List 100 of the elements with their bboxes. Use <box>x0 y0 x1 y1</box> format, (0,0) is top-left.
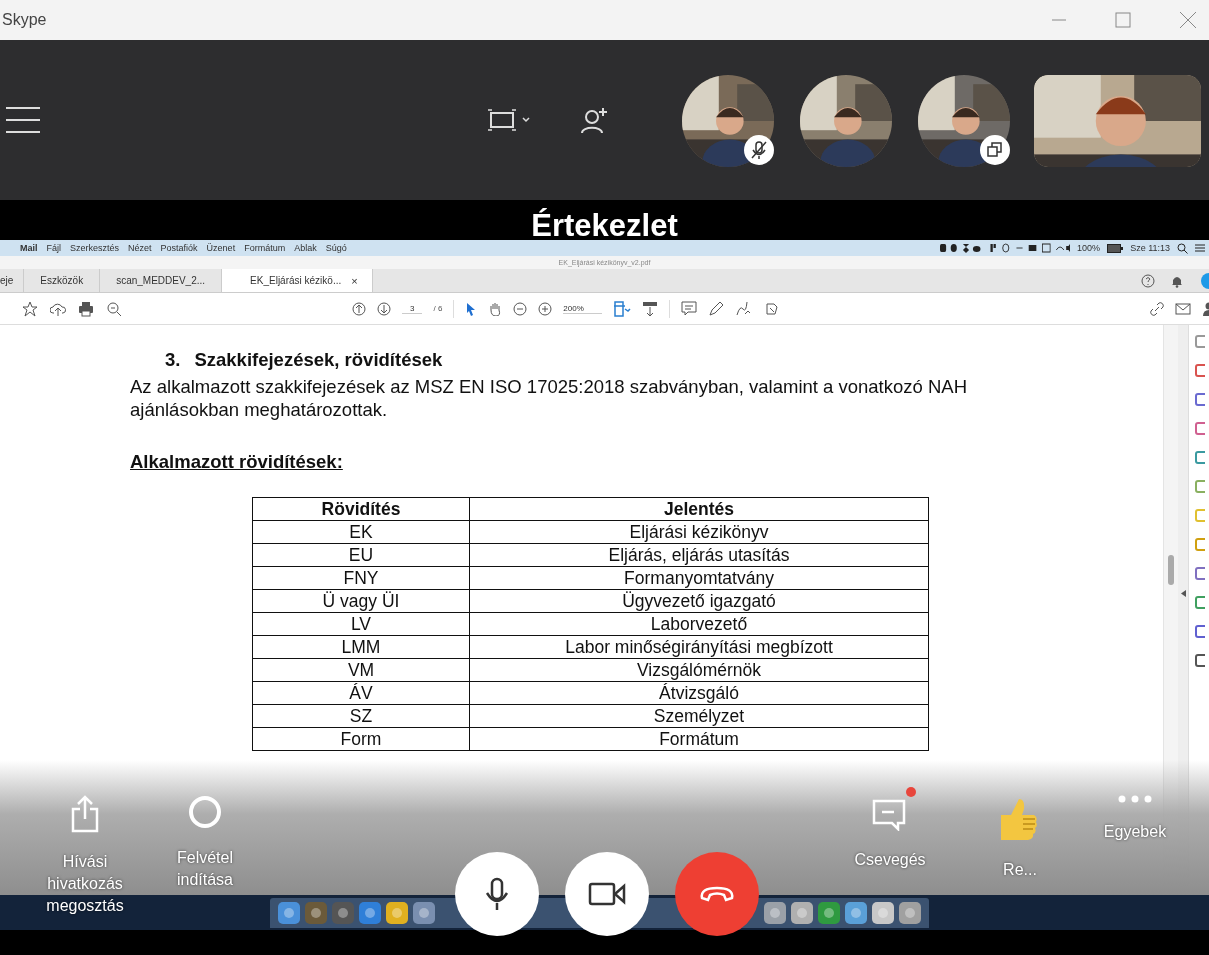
table-cell: Ü vagy ÜI <box>252 589 470 613</box>
more-icon <box>1118 795 1152 803</box>
app-icon[interactable] <box>332 901 354 924</box>
help-icon[interactable] <box>1141 273 1155 288</box>
table-cell: LV <box>252 612 470 636</box>
close-icon[interactable] <box>1179 11 1197 29</box>
app-icon[interactable] <box>305 901 327 924</box>
table-cell: FNY <box>252 566 470 590</box>
popout-icon[interactable] <box>980 135 1010 165</box>
scroll-mode-icon[interactable] <box>641 300 658 317</box>
menu-item[interactable]: Súgó <box>325 243 347 253</box>
subheading: Alkalmazott rövidítések: <box>130 451 343 473</box>
table-cell: Labor minőségirányítási megbízott <box>469 635 929 659</box>
tool-icon[interactable] <box>1195 654 1205 667</box>
table-cell: Eljárás, eljárás utasítás <box>469 543 929 567</box>
table-cell: SZ <box>252 704 470 728</box>
table-cell: ÁV <box>252 681 470 705</box>
table-cell: Vizsgálómérnök <box>469 658 929 682</box>
fit-page-icon[interactable] <box>612 300 631 317</box>
scroll-thumb[interactable] <box>1168 555 1174 585</box>
app-icon[interactable] <box>413 901 435 924</box>
add-person-icon[interactable] <box>581 106 609 134</box>
page-count: / 6 <box>433 304 443 313</box>
section-heading: Szakkifejezések, rövidítések <box>194 349 443 371</box>
record-icon <box>188 795 222 829</box>
app-icon[interactable] <box>845 901 867 924</box>
tool-icon[interactable] <box>1195 567 1205 580</box>
zoom-out-icon[interactable] <box>106 300 122 317</box>
phone-icon <box>699 886 735 902</box>
share-icon <box>70 795 100 833</box>
pen-icon[interactable] <box>707 300 724 317</box>
table-cell: EU <box>252 543 470 567</box>
app-icon[interactable] <box>818 901 840 924</box>
share-button[interactable]: Hívási hivatkozás megosztás <box>40 785 130 917</box>
table-cell: Ügyvezető igazgató <box>469 589 929 613</box>
menu-item[interactable]: Mail <box>20 243 38 253</box>
menu-item[interactable]: Fájl <box>46 243 62 253</box>
star-icon[interactable] <box>22 300 38 317</box>
heading-number: 3. <box>165 349 181 371</box>
tool-icon[interactable] <box>1195 422 1205 435</box>
app-icon[interactable] <box>359 901 381 924</box>
column-header: Rövidítés <box>252 497 470 521</box>
menu-item[interactable]: Postafiók <box>160 243 198 253</box>
clock-text: Sze 11:13 <box>1130 243 1170 253</box>
microphone-icon <box>484 877 510 911</box>
zoom-in-icon[interactable] <box>538 301 553 316</box>
page-number-field[interactable]: 3 <box>402 303 423 314</box>
app-icon[interactable] <box>791 901 813 924</box>
screen-layout-icon[interactable] <box>487 107 533 133</box>
page-up-icon[interactable] <box>352 301 366 316</box>
menu-item[interactable]: Ablak <box>294 243 317 253</box>
menu-item[interactable]: Nézet <box>128 243 152 253</box>
table-cell: VM <box>252 658 470 682</box>
table-cell: Formanyomtatvány <box>469 566 929 590</box>
table-cell: LMM <box>252 635 470 659</box>
search-icon[interactable] <box>1177 242 1188 254</box>
collapse-arrow-icon[interactable] <box>1181 590 1186 597</box>
menu-item[interactable]: Üzenet <box>206 243 236 253</box>
tab[interactable]: Eszközök <box>24 269 101 292</box>
table-cell: Formátum <box>469 727 929 751</box>
close-tab-button[interactable]: × <box>351 274 358 287</box>
comment-icon[interactable] <box>680 300 697 317</box>
tool-icon[interactable] <box>1195 393 1205 406</box>
print-icon[interactable] <box>78 300 94 317</box>
link-icon[interactable] <box>1149 300 1165 317</box>
menu-icon[interactable] <box>6 106 40 134</box>
app-icon[interactable] <box>872 901 894 924</box>
tool-icon[interactable] <box>1195 451 1205 464</box>
menu-item[interactable]: Formátum <box>244 243 286 253</box>
table-cell: Eljárási kézikönyv <box>469 520 929 544</box>
stamp-icon[interactable] <box>763 300 780 317</box>
avatar-icon[interactable] <box>1199 272 1209 289</box>
camera-icon <box>588 882 626 906</box>
tab[interactable]: eje <box>0 269 25 292</box>
tool-icon[interactable] <box>1195 596 1205 609</box>
zoom-out-icon[interactable] <box>513 301 528 316</box>
paragraph: Az alkalmazott szakkifejezések az MSZ EN ISO 17025:2018 szabványban, valamint a vonatkozó NAH ajánlásokban meghatározottak. <box>130 375 969 421</box>
table-cell: Átvizsgáló <box>469 681 929 705</box>
app-icon[interactable] <box>386 901 408 924</box>
app-icon[interactable] <box>278 901 300 924</box>
hand-icon[interactable] <box>488 301 503 316</box>
table-cell: EK <box>252 520 470 544</box>
signature-icon[interactable] <box>734 300 753 317</box>
tab[interactable]: EK_Eljárási kézikö... × <box>222 269 373 292</box>
app-icon[interactable] <box>899 901 921 924</box>
battery-text: 100% <box>1077 243 1101 253</box>
list-icon[interactable] <box>1195 243 1205 253</box>
table-cell: Form <box>252 727 470 751</box>
mail-icon[interactable] <box>1175 302 1191 315</box>
table-cell: Laborvezető <box>469 612 929 636</box>
menu-item[interactable]: Szerkesztés <box>70 243 120 253</box>
meeting-title: Értekezlet <box>531 207 678 245</box>
tool-icon[interactable] <box>1195 625 1205 638</box>
person-icon[interactable] <box>1201 301 1209 316</box>
tool-icon[interactable] <box>1195 364 1205 377</box>
window-title: Skype <box>2 11 47 29</box>
page-down-icon[interactable] <box>377 301 391 316</box>
app-icon[interactable] <box>764 901 786 924</box>
battery-icon <box>1107 243 1124 253</box>
zoom-dropdown[interactable]: 200% <box>563 303 602 314</box>
